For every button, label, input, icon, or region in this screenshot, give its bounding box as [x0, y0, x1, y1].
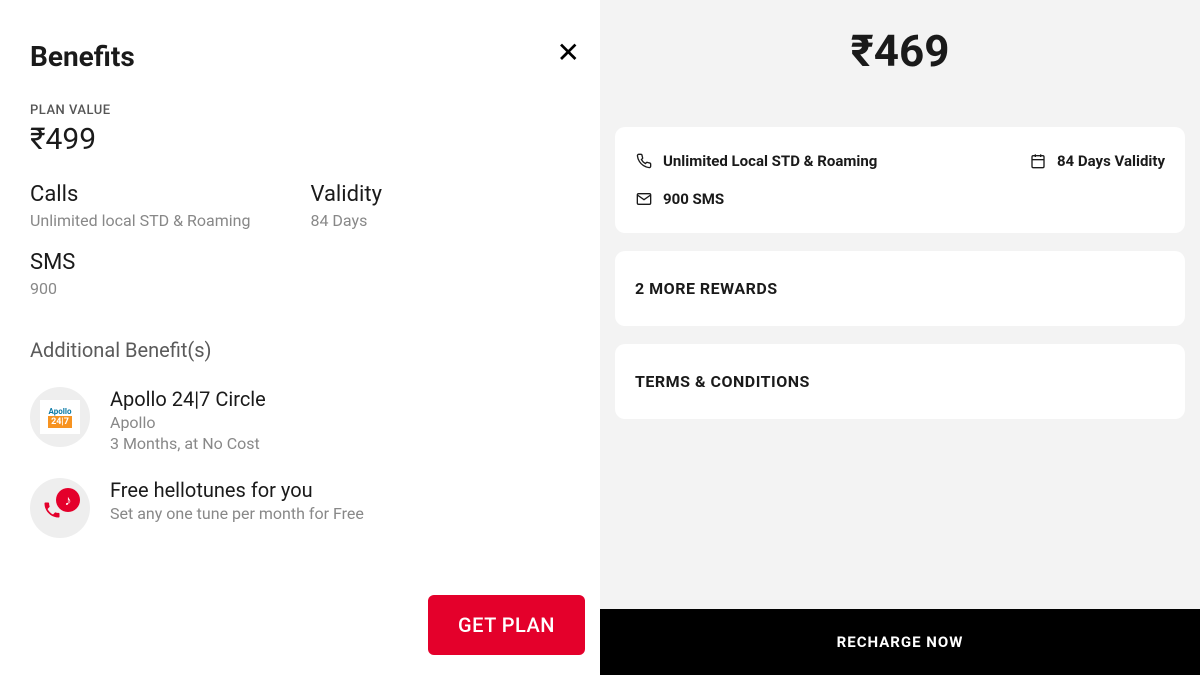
benefit-detail: 3 Months, at No Cost	[110, 434, 266, 453]
plan-summary-panel: ₹469 Unlimited Local STD & Roaming 84 Da…	[600, 0, 1200, 675]
plan-price: ₹469	[600, 25, 1200, 77]
close-icon: ✕	[557, 36, 580, 69]
price-header: ₹469	[600, 0, 1200, 127]
plan-calls: Calls Unlimited local STD & Roaming	[30, 182, 250, 230]
plan-details-grid: Calls Unlimited local STD & Roaming Vali…	[30, 182, 570, 230]
sms-label: SMS	[30, 250, 570, 275]
feature-calls-text: Unlimited Local STD & Roaming	[663, 152, 877, 170]
rewards-section[interactable]: 2 MORE REWARDS	[615, 251, 1185, 326]
plan-value-label: PLAN VALUE	[30, 103, 570, 118]
hellotunes-icon: ♪	[30, 478, 90, 538]
calls-value: Unlimited local STD & Roaming	[30, 211, 250, 230]
phone-icon	[635, 152, 653, 170]
music-note-icon: ♪	[56, 488, 80, 512]
benefit-text: Apollo 24|7 Circle Apollo 3 Months, at N…	[110, 387, 266, 453]
plan-validity: Validity 84 Days	[310, 182, 382, 230]
terms-section[interactable]: TERMS & CONDITIONS	[615, 344, 1185, 419]
features-card: Unlimited Local STD & Roaming 84 Days Va…	[615, 127, 1185, 233]
validity-label: Validity	[310, 182, 382, 207]
feature-validity: 84 Days Validity	[1029, 152, 1165, 170]
validity-value: 84 Days	[310, 211, 382, 230]
benefits-title: Benefits	[30, 40, 570, 73]
benefit-text: Free hellotunes for you Set any one tune…	[110, 478, 364, 523]
plan-sms: SMS 900	[30, 250, 570, 298]
calendar-icon	[1029, 152, 1047, 170]
calls-label: Calls	[30, 182, 250, 207]
plan-value-price: ₹499	[30, 122, 570, 157]
features-row: Unlimited Local STD & Roaming 84 Days Va…	[635, 152, 1165, 170]
sms-value: 900	[30, 279, 570, 298]
benefit-subtitle: Apollo	[110, 413, 266, 432]
feature-sms: 900 SMS	[635, 190, 1165, 208]
feature-sms-text: 900 SMS	[663, 190, 724, 208]
benefit-title: Apollo 24|7 Circle	[110, 387, 266, 411]
benefits-panel: Benefits ✕ PLAN VALUE ₹499 Calls Unlimit…	[0, 0, 600, 675]
additional-benefits-title: Additional Benefit(s)	[30, 338, 570, 362]
rewards-title: 2 MORE REWARDS	[635, 279, 1165, 298]
close-button[interactable]: ✕	[557, 36, 580, 69]
benefit-row-hellotunes: ♪ Free hellotunes for you Set any one tu…	[30, 478, 570, 538]
benefit-row-apollo: Apollo 24|7 Apollo 24|7 Circle Apollo 3 …	[30, 387, 570, 453]
terms-title: TERMS & CONDITIONS	[635, 372, 1165, 391]
get-plan-button[interactable]: GET PLAN	[428, 595, 585, 655]
feature-validity-text: 84 Days Validity	[1057, 152, 1165, 170]
benefit-subtitle: Set any one tune per month for Free	[110, 504, 364, 523]
apollo-icon: Apollo 24|7	[30, 387, 90, 447]
recharge-now-button[interactable]: RECHARGE NOW	[600, 609, 1200, 675]
envelope-icon	[635, 190, 653, 208]
benefit-title: Free hellotunes for you	[110, 478, 364, 502]
feature-calls: Unlimited Local STD & Roaming	[635, 152, 877, 170]
